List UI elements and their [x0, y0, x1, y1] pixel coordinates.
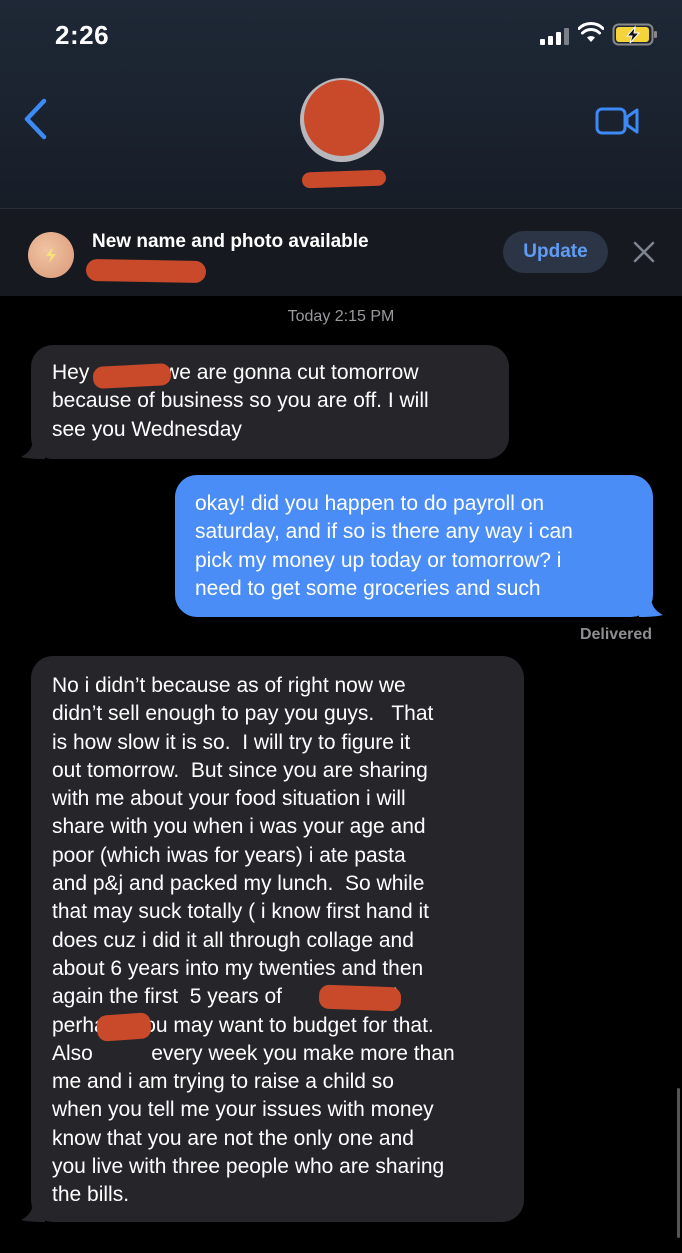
avatar-redaction — [304, 80, 380, 156]
delivered-status: Delivered — [579, 626, 652, 643]
name-photo-banner: New name and photo available Update — [0, 208, 682, 296]
bubble-tail — [21, 439, 45, 459]
contact-name-redaction[interactable] — [301, 169, 387, 189]
close-icon[interactable] — [632, 240, 656, 264]
signal-icon — [540, 28, 569, 45]
name-redaction — [318, 984, 402, 1012]
facetime-video-icon[interactable] — [595, 106, 641, 136]
bubble-tail — [21, 1202, 45, 1222]
message-text: No i didn’t because as of right now we d… — [52, 674, 455, 1207]
scroll-indicator[interactable] — [677, 1088, 680, 1238]
wifi-icon — [578, 22, 604, 42]
message-timestamp: Today 2:15 PM — [287, 308, 395, 325]
banner-title: New name and photo available — [92, 231, 369, 252]
conversation-header: 2:26 — [0, 0, 682, 208]
status-time: 2:26 — [55, 20, 110, 50]
message-text: okay! did you happen to do payroll on sa… — [195, 492, 573, 600]
lightning-icon — [46, 247, 56, 263]
name-redaction — [92, 362, 172, 390]
name-redaction — [96, 1012, 152, 1042]
received-message[interactable]: Hey so we are gonna cut tomorrow because… — [21, 345, 509, 459]
back-chevron-icon[interactable] — [22, 98, 48, 140]
sent-message[interactable]: okay! did you happen to do payroll on sa… — [175, 475, 663, 617]
update-button[interactable]: Update — [503, 231, 608, 273]
received-message[interactable]: No i didn’t because as of right now we d… — [21, 656, 524, 1222]
contact-avatar[interactable] — [300, 78, 384, 162]
bubble-tail — [639, 597, 663, 617]
banner-name-redaction — [85, 258, 207, 284]
banner-avatar — [28, 232, 74, 278]
battery-charging-icon — [612, 23, 657, 46]
